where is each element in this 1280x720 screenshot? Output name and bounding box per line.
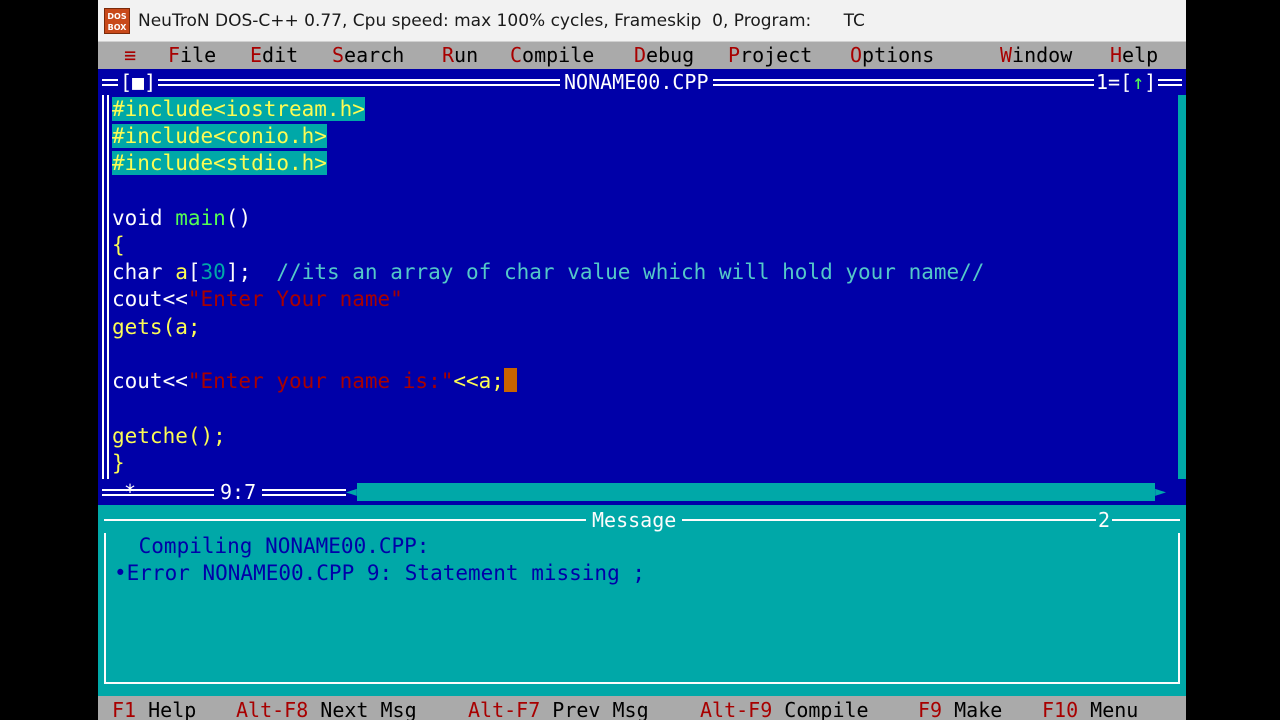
zoom-arrow-icon: ↑: [1132, 70, 1145, 94]
dosbox-logo-icon: DOS BOX: [104, 7, 130, 34]
code-line-3: #include<stdio.h>: [112, 151, 327, 175]
window-title: NeuTroN DOS-C++ 0.77, Cpu speed: max 100…: [138, 10, 865, 31]
code-line-9: gets(a;: [112, 315, 201, 339]
menu-search[interactable]: Search: [332, 42, 404, 69]
scroll-right-arrow-icon[interactable]: ►: [1155, 483, 1166, 501]
menu-project[interactable]: Project: [728, 42, 812, 69]
menu-options[interactable]: Options: [850, 42, 934, 69]
menu-compile[interactable]: Compile: [510, 42, 594, 69]
message-top-frame: Message 2: [98, 507, 1186, 533]
editor-horizontal-scrollbar[interactable]: ◄ ►: [346, 483, 1166, 501]
status-compile[interactable]: Alt-F9 Compile: [700, 696, 869, 720]
system-menu-icon[interactable]: ≡: [124, 42, 136, 69]
message-error-line[interactable]: •Error NONAME00.CPP 9: Statement missing…: [114, 560, 645, 587]
code-line-8: cout<<"Enter Your name": [112, 287, 403, 311]
code-line-6: {: [112, 233, 125, 257]
message-compiling-line[interactable]: Compiling NONAME00.CPP:: [126, 533, 430, 560]
editor-zoom-button[interactable]: 1=[↑]: [1094, 69, 1159, 95]
code-line-13: getche();: [112, 424, 226, 448]
status-menu[interactable]: F10 Menu: [1042, 696, 1138, 720]
message-window: Message 2 Compiling NONAME00.CPP: •Error…: [98, 505, 1186, 696]
cursor-position: 9:7: [214, 479, 263, 505]
menu-debug[interactable]: Debug: [634, 42, 694, 69]
status-prev-msg[interactable]: Alt-F7 Prev Msg: [468, 696, 649, 720]
menu-window[interactable]: Window: [1000, 42, 1072, 69]
window-titlebar[interactable]: DOS BOX NeuTroN DOS-C++ 0.77, Cpu speed:…: [98, 0, 1186, 42]
message-left-frame: [104, 533, 106, 683]
editor-top-frame: [■] NONAME00.CPP 1=[↑]: [98, 69, 1186, 95]
code-line-14: }: [112, 451, 125, 475]
code-line-11: cout<<"Enter your name is:"<<a;: [112, 368, 517, 395]
status-next-msg[interactable]: Alt-F8 Next Msg: [236, 696, 417, 720]
status-make[interactable]: F9 Make: [918, 696, 1002, 720]
code-line-7: char a[30]; //its an array of char value…: [112, 260, 985, 284]
editor-vertical-scrollbar[interactable]: [1178, 95, 1186, 479]
code-line-2: #include<conio.h>: [112, 124, 327, 148]
code-line-5: void main(): [112, 206, 252, 230]
dosbox-window: DOS BOX NeuTroN DOS-C++ 0.77, Cpu speed:…: [98, 0, 1186, 720]
menu-bar: ≡ File Edit Search Run Compile Debug Pro…: [98, 42, 1186, 69]
menu-help[interactable]: Help: [1110, 42, 1158, 69]
editor-left-frame: [102, 95, 109, 479]
menu-file[interactable]: File: [168, 42, 216, 69]
editor-filename: NONAME00.CPP: [560, 69, 713, 95]
text-cursor: [503, 368, 517, 392]
modified-indicator: *: [124, 480, 137, 504]
scroll-left-arrow-icon[interactable]: ◄: [346, 483, 357, 501]
status-bar: F1 Help Alt-F8 Next Msg Alt-F7 Prev Msg …: [98, 696, 1186, 720]
message-right-frame: [1178, 533, 1180, 683]
menu-run[interactable]: Run: [442, 42, 478, 69]
editor-close-button[interactable]: [■]: [118, 69, 159, 95]
message-window-number: 2: [1096, 507, 1113, 533]
status-help[interactable]: F1 Help: [112, 696, 196, 720]
message-title: Message: [586, 507, 683, 533]
code-line-1: #include<iostream.h>: [112, 97, 365, 121]
menu-edit[interactable]: Edit: [250, 42, 298, 69]
editor-bottom-frame: * 9:7 ◄ ►: [98, 479, 1186, 505]
message-bottom-frame: [104, 682, 1180, 684]
